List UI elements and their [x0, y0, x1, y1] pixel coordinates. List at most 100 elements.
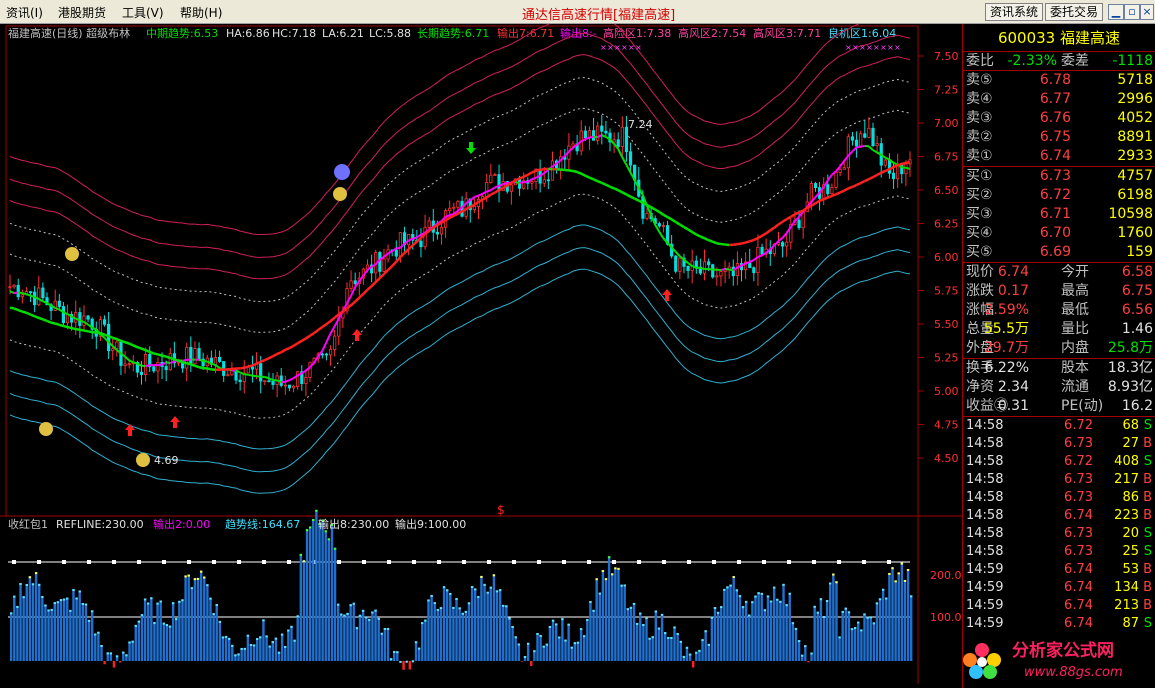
- sub-bar-cap: [779, 600, 782, 603]
- sub-bar-cap: [44, 604, 47, 607]
- sub-bar-cap: [327, 538, 331, 541]
- stat-row: 现价 6.74 今开 6.58: [963, 263, 1155, 282]
- sell-level: 卖⑤ 6.78 5718: [963, 71, 1155, 90]
- sub-bar-cap: [816, 611, 819, 614]
- sub-bar-cap: [336, 603, 340, 606]
- sub-bar-cap: [900, 562, 904, 565]
- long-trend-segment: [810, 202, 817, 207]
- menu-info[interactable]: 资讯(I): [6, 4, 43, 21]
- sub-bar: [648, 637, 651, 661]
- sub-bar-cap: [131, 640, 134, 643]
- sub-bar-cap: [234, 654, 237, 657]
- sub-bar: [59, 599, 63, 661]
- sub-bar-cap: [106, 652, 109, 655]
- sub-bar-cap: [744, 600, 748, 603]
- sub-bar: [134, 624, 137, 661]
- sub-bar: [744, 600, 748, 661]
- long-trend-segment: [132, 344, 138, 349]
- sub-bar-negative: [530, 661, 533, 666]
- candle-body: [8, 286, 12, 289]
- sub-bar: [10, 612, 13, 661]
- candle-body: [419, 240, 423, 248]
- sub-bar-cap: [445, 589, 449, 592]
- sub-bar: [249, 643, 253, 661]
- long-trend-segment: [658, 210, 665, 216]
- sell-level: 卖① 6.74 2933: [963, 147, 1155, 166]
- sub-bar: [545, 643, 549, 661]
- sub-bar: [614, 567, 617, 661]
- refline-dot: [462, 560, 466, 564]
- sub-bar-cap: [825, 599, 829, 602]
- sub-bar: [595, 578, 598, 661]
- sub-bar: [262, 619, 265, 661]
- chart-area[interactable]: 福建高速(日线) 超级布林 中期趋势:6.53 HA:6.86 HC:7.18 …: [0, 10, 962, 688]
- signals: × × × × × × × × × × × × × ×: [39, 43, 901, 467]
- sub-bar-cap: [59, 599, 63, 602]
- candle-body: [887, 159, 892, 174]
- long-trend-segment: [108, 335, 114, 339]
- long-trend-segment: [580, 172, 586, 177]
- sub-bar: [231, 644, 234, 661]
- sub-bar: [227, 637, 231, 661]
- menu-tools[interactable]: 工具(V): [122, 4, 164, 21]
- long-trend-segment: [178, 359, 184, 364]
- restore-icon[interactable]: ▫: [1124, 4, 1140, 20]
- info-system-button[interactable]: 资讯系统: [985, 3, 1044, 21]
- candle-body: [854, 139, 859, 147]
- trade-button[interactable]: 委托交易: [1045, 3, 1104, 21]
- order-qty: 2933: [1117, 148, 1153, 164]
- price-axis: 7.50 7.25 7.00 6.75 6.50 6.25 6.00 5.75 5.50 5.25…: [918, 50, 959, 465]
- legend-name: 福建高速(日线) 超级布林: [8, 26, 130, 40]
- sub-bar-cap: [246, 634, 250, 637]
- sub-bar-cap: [673, 626, 676, 629]
- candle-body: [674, 255, 678, 272]
- order-label: 卖④: [966, 91, 993, 107]
- candle-body: [12, 284, 16, 288]
- sub-bar: [374, 609, 377, 661]
- sub-bar-cap: [215, 603, 218, 606]
- tick-flag: B: [1143, 490, 1152, 505]
- sub-bar-cap: [171, 602, 175, 605]
- sub-bar: [888, 572, 891, 661]
- sub-bar: [897, 572, 900, 661]
- menu-help[interactable]: 帮助(H): [180, 4, 222, 21]
- sub-bar-cap: [748, 614, 751, 617]
- close-icon[interactable]: ×: [1140, 4, 1154, 20]
- sub-bar: [751, 601, 754, 661]
- sub-bar-cap: [813, 605, 816, 608]
- sub-bar-cap: [710, 616, 714, 619]
- sub-bar: [903, 579, 907, 661]
- sub-bar: [498, 589, 502, 661]
- sub-legend-out8: 输出8:230.00: [318, 517, 389, 531]
- sub-bar-cap: [143, 598, 147, 601]
- sub-bar: [701, 639, 704, 661]
- minimize-icon[interactable]: ▁: [1108, 4, 1124, 20]
- long-trend-segment: [395, 256, 402, 263]
- sub-bar-cap: [122, 651, 125, 654]
- menu-hk-futures[interactable]: 港股期货: [58, 4, 106, 21]
- long-trend-segment: [527, 171, 533, 176]
- tick-row: 14:58 6.74 223 B: [963, 507, 1155, 525]
- sub-bar: [178, 600, 181, 661]
- sub-bar: [265, 635, 268, 661]
- long-trend-segment: [695, 233, 701, 238]
- sub-bar-cap: [312, 519, 315, 522]
- sub-bar: [246, 634, 250, 661]
- sub-bar-cap: [178, 600, 181, 603]
- sub-bar: [184, 575, 187, 661]
- sub-bar-cap: [50, 608, 53, 611]
- tick-price: 6.74: [1064, 580, 1093, 595]
- sub-bar: [906, 568, 910, 661]
- sub-bar-cap: [436, 608, 440, 611]
- tick-flag: B: [1143, 562, 1152, 577]
- sub-bar-cap: [196, 577, 200, 580]
- sub-bar-cap: [13, 595, 16, 598]
- sub-bar: [433, 602, 436, 661]
- sub-bar-cap: [271, 641, 274, 644]
- tick-list[interactable]: 14:58 6.72 68 S 14:58 6.73 27 B 14:58 6.72 408 S 14:…: [963, 417, 1155, 633]
- candle-body: [752, 267, 756, 274]
- mid-trend-line: [9, 134, 911, 384]
- tick-row: 14:58 6.73 27 B: [963, 435, 1155, 453]
- mid-trend-segment: [486, 189, 492, 193]
- candle-body: [485, 182, 489, 197]
